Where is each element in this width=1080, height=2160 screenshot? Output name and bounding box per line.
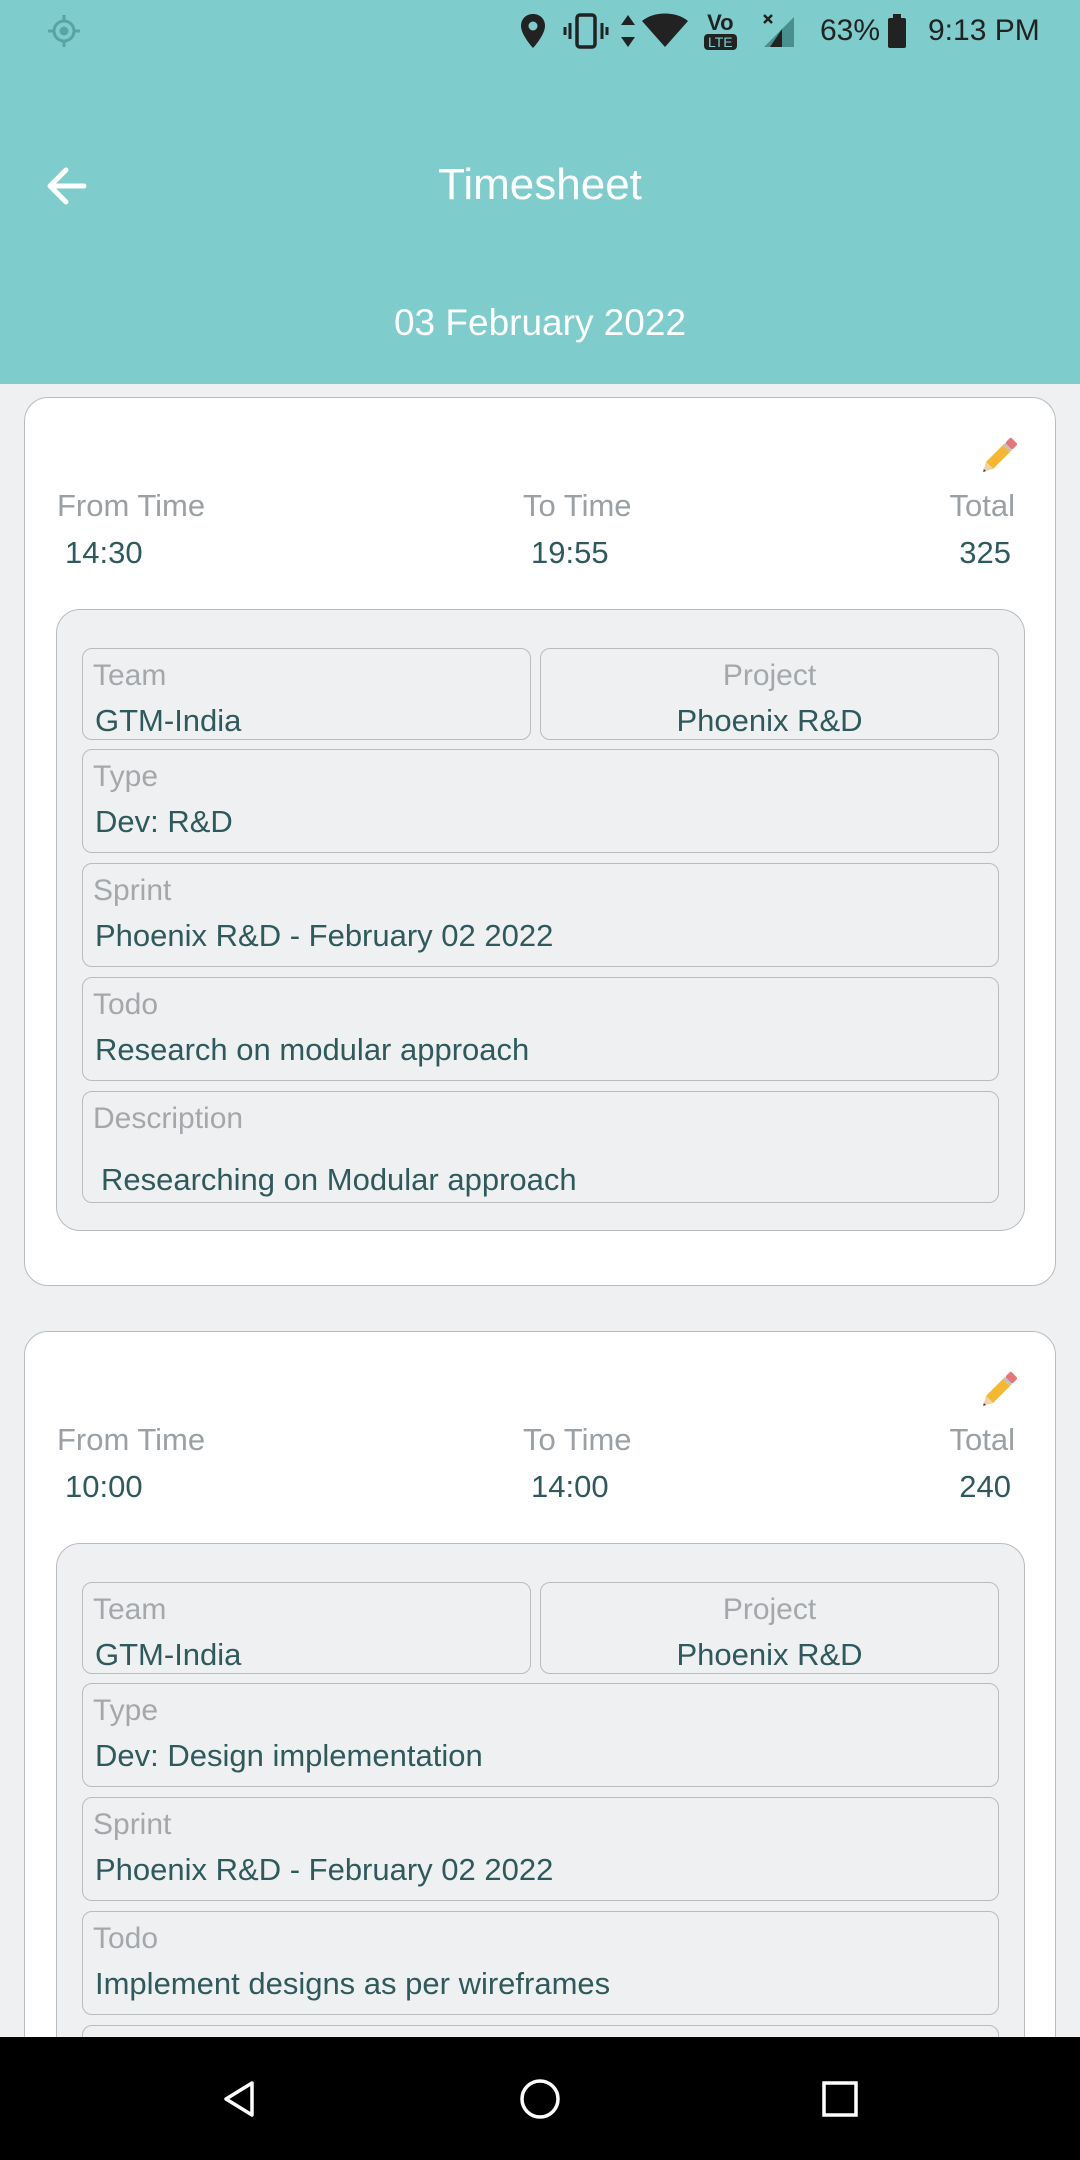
wifi-icon — [640, 0, 690, 62]
sprint-field: Sprint Phoenix R&D - February 02 2022 — [82, 1797, 999, 1901]
from-time-label: From Time — [57, 1422, 206, 1457]
nav-home-button[interactable] — [508, 2067, 572, 2131]
sprint-label: Sprint — [93, 874, 172, 907]
page-title: Timesheet — [438, 160, 642, 209]
from-time-value: 10:00 — [65, 1469, 143, 1504]
project-label: Project — [722, 659, 817, 692]
location-service-icon — [44, 0, 84, 62]
team-value: GTM-India — [95, 703, 242, 738]
volte-icon: Vo LTE — [704, 0, 737, 62]
vibrate-icon — [562, 0, 610, 62]
clock: 9:13 PM — [928, 14, 1040, 47]
circle-home-icon — [520, 2079, 560, 2119]
description-label: Description — [93, 1102, 244, 1135]
timesheet-entry-card: From Time To Time Total 14:30 19:55 325 … — [24, 397, 1056, 1286]
todo-value: Implement designs as per wireframes — [95, 1966, 611, 2001]
type-label: Type — [93, 760, 159, 793]
project-value: Phoenix R&D — [676, 1637, 863, 1672]
todo-label: Todo — [93, 1922, 159, 1955]
project-value: Phoenix R&D — [676, 703, 863, 738]
total-value: 240 — [959, 1469, 1011, 1504]
app-bar: Timesheet 03 February 2022 — [0, 62, 1080, 384]
edit-button[interactable] — [975, 1368, 1021, 1414]
pencil-icon — [983, 438, 1017, 472]
todo-field: Todo Research on modular approach — [82, 977, 999, 1081]
system-nav-bar — [0, 2037, 1080, 2160]
type-value: Dev: R&D — [95, 804, 233, 839]
battery-icon — [886, 0, 908, 62]
team-field: Team GTM-India — [82, 1582, 531, 1674]
team-label: Team — [93, 659, 167, 692]
nav-recents-button[interactable] — [808, 2067, 872, 2131]
total-label: Total — [949, 488, 1015, 523]
signal-icon — [758, 0, 798, 62]
type-label: Type — [93, 1694, 159, 1727]
todo-value: Research on modular approach — [95, 1032, 530, 1067]
total-label: Total — [949, 1422, 1015, 1457]
project-label: Project — [722, 1593, 817, 1626]
selected-date[interactable]: 03 February 2022 — [0, 302, 1080, 344]
sprint-value: Phoenix R&D - February 02 2022 — [95, 1852, 554, 1887]
square-recents-icon — [822, 2081, 858, 2117]
to-time-label: To Time — [523, 1422, 632, 1457]
from-time-value: 14:30 — [65, 535, 143, 570]
project-field: Project Phoenix R&D — [540, 648, 999, 740]
type-field: Type Dev: Design implementation — [82, 1683, 999, 1787]
battery-percent: 63% — [820, 14, 881, 47]
description-value: Researching on Modular approach — [101, 1162, 577, 1197]
entry-details-panel: Team GTM-India Project Phoenix R&D Type … — [56, 609, 1025, 1231]
todo-field: Todo Implement designs as per wireframes — [82, 1911, 999, 2015]
nav-back-button[interactable] — [208, 2067, 272, 2131]
sprint-field: Sprint Phoenix R&D - February 02 2022 — [82, 863, 999, 967]
to-time-value: 19:55 — [531, 535, 609, 570]
pencil-icon — [983, 1372, 1017, 1406]
project-field: Project Phoenix R&D — [540, 1582, 999, 1674]
team-value: GTM-India — [95, 1637, 242, 1672]
data-arrows-icon — [618, 0, 638, 62]
sprint-label: Sprint — [93, 1808, 172, 1841]
from-time-label: From Time — [57, 488, 206, 523]
team-label: Team — [93, 1593, 167, 1626]
to-time-value: 14:00 — [531, 1469, 609, 1504]
sprint-value: Phoenix R&D - February 02 2022 — [95, 918, 554, 953]
timesheet-list[interactable]: From Time To Time Total 14:30 19:55 325 … — [0, 384, 1080, 2037]
entry-details-panel: Team GTM-India Project Phoenix R&D Type … — [56, 1543, 1025, 2037]
type-field: Type Dev: R&D — [82, 749, 999, 853]
type-value: Dev: Design implementation — [95, 1738, 483, 1773]
description-field — [82, 2025, 999, 2037]
location-pin-icon — [516, 0, 550, 62]
status-bar: Vo LTE 63% 9:13 PM — [0, 0, 1080, 62]
to-time-label: To Time — [523, 488, 632, 523]
total-value: 325 — [959, 535, 1011, 570]
edit-button[interactable] — [975, 434, 1021, 480]
todo-label: Todo — [93, 988, 159, 1021]
team-field: Team GTM-India — [82, 648, 531, 740]
triangle-back-icon — [224, 2081, 254, 2117]
description-field: Description Researching on Modular appro… — [82, 1091, 999, 1203]
timesheet-entry-card: From Time To Time Total 10:00 14:00 240 … — [24, 1331, 1056, 2037]
